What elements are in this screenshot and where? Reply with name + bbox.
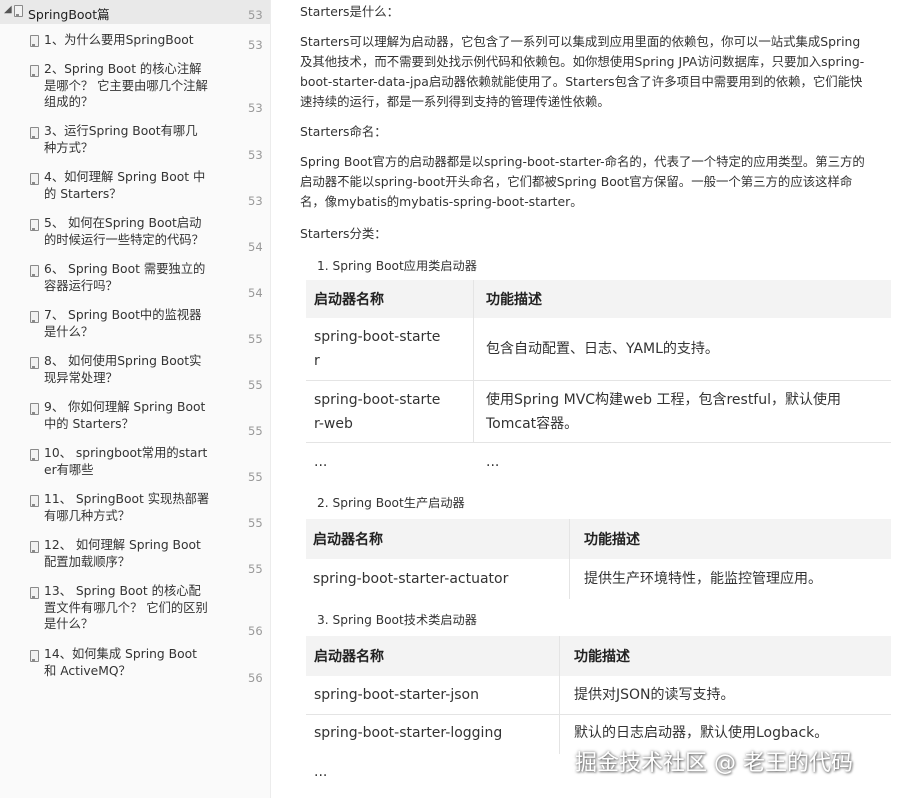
subheading-app-starters: 1. Spring Boot应用类启动器 [317,259,477,273]
table-cell-desc: 使用Spring MVC构建web 工程，包含restful，默认使用 Tomc… [486,392,841,432]
bookmark-item-label: 2、Spring Boot 的核心注解 是哪个？ 它主要由哪几个注解 组成的？ [44,62,208,109]
table-cell-desc: ... [486,454,500,470]
section-heading-category: Starters分类： [300,226,387,241]
bookmark-page-number: 55 [248,424,263,438]
table-cell-name: spring-boot-starte r-web [314,392,441,432]
bookmark-item-label: 8、 如何使用Spring Boot实 现异常处理？ [44,354,202,385]
bookmark-item-label: 6、 Spring Boot 需要独立的 容器运行吗？ [44,262,206,293]
bookmark-page-number: 55 [248,562,263,576]
bookmark-icon [30,311,39,323]
bookmark-item-label: 5、 如何在Spring Boot启动 的时候运行一些特定的代码？ [44,216,204,247]
bookmark-item-label: 9、 你如何理解 Spring Boot 中的 Starters？ [44,400,206,431]
bookmark-icon [30,173,39,185]
bookmark-icon [30,35,39,47]
row-divider [306,714,891,715]
bookmark-page-number: 54 [248,240,263,254]
section-heading-what: Starters是什么： [300,4,400,19]
bookmark-item[interactable]: 10、 springboot常用的start er有哪些 55 [0,444,270,484]
bookmark-item[interactable]: 14、如何集成 Spring Boot 和 ActiveMQ？ 56 [0,645,270,685]
bookmark-item[interactable]: 8、 如何使用Spring Boot实 现异常处理？ 55 [0,352,270,392]
table-header-name: 启动器名称 [306,280,474,318]
bookmark-item-label: 12、 如何理解 Spring Boot 配置加载顺序？ [44,538,201,569]
bookmark-item[interactable]: 4、如何理解 Spring Boot 中 的 Starters？ 53 [0,168,270,208]
table-header-desc: 功能描述 [474,280,891,318]
bookmark-icon [30,403,39,415]
bookmark-page-number: 53 [248,8,263,22]
bookmark-item-label: 3、运行Spring Boot有哪几 种方式？ [44,124,198,155]
table-app-starters: 启动器名称 功能描述 spring-boot-starte r 包含自动配置、日… [306,280,891,480]
table-header-name: 启动器名称 [306,519,570,559]
subheading-production-starters: 2. Spring Boot生产启动器 [317,496,465,510]
bookmark-item-label: 13、 Spring Boot 的核心配 置文件有哪几个？ 它们的区别 是什么？ [44,584,208,631]
bookmark-item[interactable]: 2、Spring Boot 的核心注解 是哪个？ 它主要由哪几个注解 组成的？ … [0,60,270,116]
table-cell-name: spring-boot-starter-logging [314,725,503,741]
bookmark-item[interactable]: 12、 如何理解 Spring Boot 配置加载顺序？ 55 [0,536,270,576]
bookmark-item[interactable]: 3、运行Spring Boot有哪几 种方式？ 53 [0,122,270,162]
bookmark-icon [30,541,39,553]
bookmark-panel: ◢ SpringBoot篇 53 1、为什么要用SpringBoot 53 2、… [0,0,271,798]
bookmark-item[interactable]: 9、 你如何理解 Spring Boot 中的 Starters？ 55 [0,398,270,438]
bookmark-item-label: 1、为什么要用SpringBoot [44,33,194,47]
bookmark-icon [30,265,39,277]
bookmark-page-number: 56 [248,624,263,638]
section-heading-naming: Starters命名： [300,124,387,139]
table-cell-name: ... [314,454,328,470]
bookmark-item[interactable]: 7、 Spring Boot中的监视器 是什么？ 55 [0,306,270,346]
bookmark-item-label: 7、 Spring Boot中的监视器 是什么？ [44,308,202,339]
bookmark-icon [30,127,39,139]
bookmark-item[interactable]: 13、 Spring Boot 的核心配 置文件有哪几个？ 它们的区别 是什么？… [0,582,270,638]
bookmark-icon [14,5,23,17]
bookmark-icon [30,449,39,461]
bookmark-page-number: 54 [248,286,263,300]
bookmark-icon [30,495,39,507]
table-cell-desc: 包含自动配置、日志、YAML的支持。 [486,341,719,357]
bookmark-icon [30,65,39,77]
bookmark-root-label: SpringBoot篇 [28,7,110,22]
bookmark-icon [30,587,39,599]
table-cell-desc: 提供生产环境特性，能监控管理应用。 [584,571,822,587]
table-cell-name: spring-boot-starte r [314,329,441,369]
table-header-desc: 功能描述 [560,636,891,676]
table-cell-name: spring-boot-starter-actuator [313,571,509,587]
bookmark-page-number: 55 [248,470,263,484]
collapse-triangle-icon[interactable]: ◢ [4,4,12,15]
document-page: Starters是什么： Starters可以理解为启动器，它包含了一系列可以集… [270,0,906,798]
subheading-tech-starters: 3. Spring Boot技术类启动器 [317,613,477,627]
bookmark-item-label: 14、如何集成 Spring Boot 和 ActiveMQ？ [44,647,197,678]
row-divider [306,442,891,443]
bookmark-page-number: 55 [248,516,263,530]
bookmark-page-number: 55 [248,332,263,346]
bookmark-item-label: 11、 SpringBoot 实现热部署 有哪几种方式？ [44,492,210,523]
bookmark-root[interactable]: ◢ SpringBoot篇 53 [0,0,270,24]
bookmark-page-number: 55 [248,378,263,392]
bookmark-icon [30,219,39,231]
bookmark-item-label: 10、 springboot常用的start er有哪些 [44,446,208,477]
bookmark-page-number: 53 [248,38,263,52]
bookmark-page-number: 56 [248,671,263,685]
watermark: 掘金技术社区 @ 老王的代码 [575,751,853,776]
table-header-name: 启动器名称 [306,636,560,676]
bookmark-item[interactable]: 11、 SpringBoot 实现热部署 有哪几种方式？ 55 [0,490,270,530]
table-production-starters: 启动器名称 功能描述 spring-boot-starter-actuator … [306,519,891,599]
row-divider [306,380,891,381]
bookmark-page-number: 53 [248,194,263,208]
bookmark-item[interactable]: 5、 如何在Spring Boot启动 的时候运行一些特定的代码？ 54 [0,214,270,254]
bookmark-page-number: 53 [248,101,263,115]
bookmark-item-label: 4、如何理解 Spring Boot 中 的 Starters？ [44,170,206,201]
bookmark-item[interactable]: 6、 Spring Boot 需要独立的 容器运行吗？ 54 [0,260,270,300]
bookmark-item[interactable]: 1、为什么要用SpringBoot 53 [0,30,270,58]
bookmark-icon [30,357,39,369]
paragraph-what: Starters可以理解为启动器，它包含了一系列可以集成到应用里面的依赖包，你可… [300,34,865,109]
bookmark-page-number: 53 [248,148,263,162]
table-cell-name: spring-boot-starter-json [314,687,479,703]
table-header-desc: 功能描述 [570,519,891,559]
bookmark-icon [30,650,39,662]
table-cell-desc: 提供对JSON的读写支持。 [574,687,735,703]
paragraph-naming: Spring Boot官方的启动器都是以spring-boot-starter-… [300,154,865,209]
table-cell-name: ... [314,764,328,780]
